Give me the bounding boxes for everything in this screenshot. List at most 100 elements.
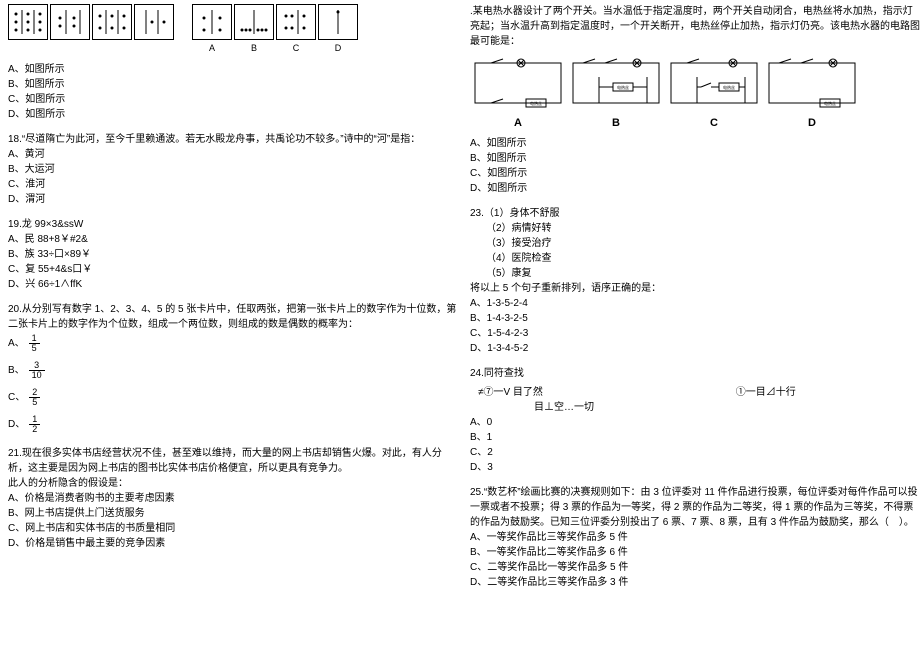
pattern-box (134, 4, 174, 40)
q20: 20.从分别写有数字 1、2、3、4、5 的 5 张卡片中，任取两张，把第一张卡… (8, 302, 458, 436)
q19-opt-d: D、兴 66÷1∧ffK (8, 277, 458, 292)
q24-opt-c: C、2 (470, 445, 920, 460)
q24-stem: 24.同符查找 (470, 366, 920, 381)
q19-opt-c: C、复 55+4&s口￥ (8, 262, 458, 277)
fraction: 12 (29, 415, 40, 434)
q19-stem: 19.龙 99×3&ssW (8, 217, 458, 232)
q17-opt-b: B、如图所示 (8, 77, 458, 92)
q19: 19.龙 99×3&ssW A、民 88+8￥#2& B、族 33÷口×89￥ … (8, 217, 458, 292)
q23-item-5: （5）康复 (470, 266, 920, 281)
q24-opt-a: A、0 (470, 415, 920, 430)
label-c: C (666, 115, 762, 132)
q23: 23.（1）身体不舒服 （2）病情好转 （3）接受治疗 （4）医院检查 （5）康… (470, 206, 920, 356)
q18: 18.“尽道隋亡为此河，至今千里赖通波。若无水殿龙舟事，共禹论功不较多。”诗中的… (8, 132, 458, 207)
q24: 24.同符查找 ≠⑦一V 目了然 ①一目⊿十行 目⊥空…一切 A、0 B、1 C… (470, 366, 920, 475)
pattern-box-b (234, 4, 274, 40)
q25-opt-b: B、一等奖作品比二等奖作品多 6 件 (470, 545, 920, 560)
q22-stem: .某电热水器设计了两个开关。当水温低于指定温度时，两个开关自动闭合，电热丝将水加… (470, 4, 920, 49)
q25-stem: 25.“数艺杯”绘画比赛的决赛规则如下：由 3 位评委对 11 件作品进行投票，… (470, 485, 920, 530)
q23-stem: 23.（1）身体不舒服 (470, 206, 920, 221)
q23-item-4: （4）医院检查 (470, 251, 920, 266)
circuit-b: 电热丝 (568, 55, 664, 111)
q23-opt-d: D、1-3-4-5-2 (470, 341, 920, 356)
fraction: 310 (29, 361, 45, 380)
q21-opt-d: D、价格是销售中最主要的竞争因素 (8, 536, 458, 551)
q18-stem: 18.“尽道隋亡为此河，至今千里赖通波。若无水殿龙舟事，共禹论功不较多。”诗中的… (8, 132, 458, 147)
svg-text:电热丝: 电热丝 (617, 84, 629, 90)
q21-stem1: 21.现在很多实体书店经营状况不佳，甚至难以维持，而大量的网上书店却销售火爆。对… (8, 446, 458, 476)
q20-opt-d: D、 12 (8, 413, 458, 436)
fraction: 25 (29, 388, 40, 407)
sym-right: ①一目⊿十行 (736, 385, 796, 400)
q22: .某电热水器设计了两个开关。当水温低于指定温度时，两个开关自动闭合，电热丝将水加… (470, 4, 920, 196)
svg-text:电热丝: 电热丝 (824, 100, 836, 106)
q18-opt-c: C、淮河 (8, 177, 458, 192)
q22-opt-d: D、如图所示 (470, 181, 920, 196)
q23-item-2: （2）病情好转 (470, 221, 920, 236)
q25-opt-d: D、二等奖作品比三等奖作品多 3 件 (470, 575, 920, 590)
pattern-box (50, 4, 90, 40)
label-b: B (234, 42, 274, 56)
q23-opt-b: B、1-4-3-2-5 (470, 311, 920, 326)
q17: A B C D A、如图所示 B、如图所示 C、如图所示 D、如图所示 (8, 4, 458, 122)
q24-symbols-line2: 目⊥空…一切 (470, 400, 920, 415)
opt-label: D、 (8, 417, 25, 432)
pattern-box-a (192, 4, 232, 40)
label-a: A (192, 42, 232, 56)
q24-symbols-line1: ≠⑦一V 目了然 ①一目⊿十行 (470, 385, 920, 400)
label-d: D (764, 115, 860, 132)
q25-opt-c: C、二等奖作品比一等奖作品多 5 件 (470, 560, 920, 575)
q25: 25.“数艺杯”绘画比赛的决赛规则如下：由 3 位评委对 11 件作品进行投票，… (470, 485, 920, 590)
svg-text:电热丝: 电热丝 (723, 84, 735, 90)
q22-opt-c: C、如图所示 (470, 166, 920, 181)
q17-opt-c: C、如图所示 (8, 92, 458, 107)
opt-label: B、 (8, 363, 25, 378)
q20-opt-a: A、 15 (8, 332, 458, 355)
fraction: 15 (29, 334, 40, 353)
q21-opt-b: B、网上书店提供上门送货服务 (8, 506, 458, 521)
label-a: A (470, 115, 566, 132)
q24-opt-b: B、1 (470, 430, 920, 445)
q20-stem: 20.从分别写有数字 1、2、3、4、5 的 5 张卡片中，任取两张，把第一张卡… (8, 302, 458, 332)
circuit-d: 电热丝 (764, 55, 860, 111)
q22-opt-b: B、如图所示 (470, 151, 920, 166)
q17-answer-labels: A B C D (192, 42, 358, 56)
q23-prompt: 将以上 5 个句子重新排列，语序正确的是： (470, 281, 920, 296)
svg-text:电热丝: 电热丝 (530, 100, 542, 106)
q22-circuits: 电热丝 电热丝 电热丝 电热丝 (470, 55, 920, 111)
left-column: A B C D A、如图所示 B、如图所示 C、如图所示 D、如图所示 18.“… (8, 4, 458, 561)
q20-opt-c: C、 25 (8, 386, 458, 409)
q18-opt-d: D、渭河 (8, 192, 458, 207)
q21-opt-a: A、价格是消费者购书的主要考虑因素 (8, 491, 458, 506)
sym-left: ≠⑦一V 目了然 (478, 387, 543, 398)
q21-opt-c: C、网上书店和实体书店的书质量相同 (8, 521, 458, 536)
opt-label: C、 (8, 390, 25, 405)
sym-mid: 目⊥空…一切 (534, 400, 594, 415)
opt-label: A、 (8, 336, 25, 351)
q25-opt-a: A、一等奖作品比三等奖作品多 5 件 (470, 530, 920, 545)
circuit-a: 电热丝 (470, 55, 566, 111)
q17-opt-d: D、如图所示 (8, 107, 458, 122)
right-column: .某电热水器设计了两个开关。当水温低于指定温度时，两个开关自动闭合，电热丝将水加… (470, 4, 920, 600)
pattern-box (92, 4, 132, 40)
q23-opt-c: C、1-5-4-2-3 (470, 326, 920, 341)
q17-opt-a: A、如图所示 (8, 62, 458, 77)
pattern-box-d (318, 4, 358, 40)
label-b: B (568, 115, 664, 132)
pattern-box (8, 4, 48, 40)
q23-opt-a: A、1-3-5-2-4 (470, 296, 920, 311)
q21: 21.现在很多实体书店经营状况不佳，甚至难以维持，而大量的网上书店却销售火爆。对… (8, 446, 458, 551)
q22-opt-a: A、如图所示 (470, 136, 920, 151)
q22-labels: A B C D (470, 115, 920, 132)
q21-stem2: 此人的分析隐含的假设是： (8, 476, 458, 491)
q20-opt-b: B、 310 (8, 359, 458, 382)
q18-opt-b: B、大运河 (8, 162, 458, 177)
q24-opt-d: D、3 (470, 460, 920, 475)
q23-item-3: （3）接受治疗 (470, 236, 920, 251)
label-d: D (318, 42, 358, 56)
q19-opt-a: A、民 88+8￥#2& (8, 232, 458, 247)
label-c: C (276, 42, 316, 56)
q18-opt-a: A、黄河 (8, 147, 458, 162)
q17-answer-panels (192, 4, 358, 40)
q19-opt-b: B、族 33÷口×89￥ (8, 247, 458, 262)
